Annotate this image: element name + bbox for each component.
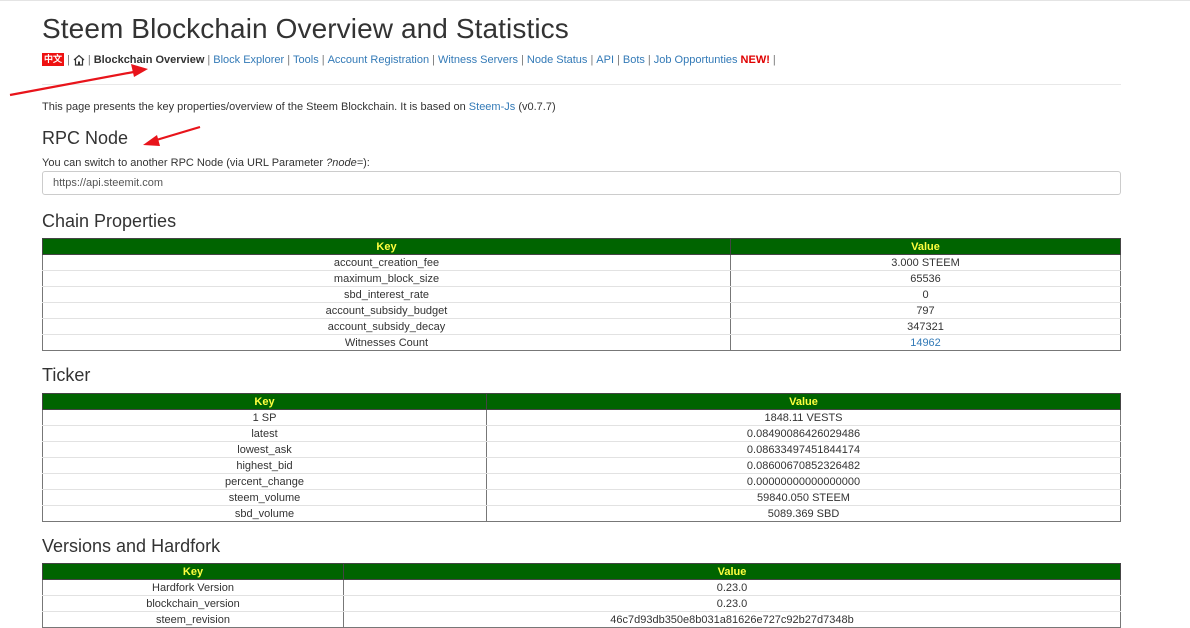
row-value: 0.23.0	[343, 595, 1121, 612]
row-key: blockchain_version	[42, 595, 344, 612]
nav-separator: |	[432, 53, 435, 66]
table-row: steem_revision 46c7d93db350e8b031a81626e7…	[42, 611, 1121, 628]
row-key: 1 SP	[42, 409, 487, 426]
versions-table: Key Value Hardfork Version 0.23.0 blockchain…	[42, 563, 1121, 628]
table-row: 1 SP 1848.11 VESTS	[42, 409, 1121, 426]
witnesses-count-link[interactable]: 14962	[910, 337, 941, 349]
row-key: account_subsidy_decay	[42, 318, 731, 335]
row-value: 0.00000000000000000	[486, 473, 1121, 490]
new-badge: NEW!	[740, 53, 770, 66]
table-row: account_subsidy_decay 347321	[42, 318, 1121, 335]
nav-separator: |	[647, 53, 651, 66]
row-value: 59840.050 STEEM	[486, 489, 1121, 506]
ticker-table: Key Value 1 SP 1848.11 VESTS latest 0.0849008…	[42, 393, 1121, 522]
row-key: account_subsidy_budget	[42, 302, 731, 319]
row-key: latest	[42, 425, 487, 442]
row-value: 14962	[730, 334, 1121, 351]
row-value: 0.08490086426029486	[486, 425, 1121, 442]
rpc-node-input[interactable]	[42, 171, 1121, 195]
row-key: sbd_interest_rate	[42, 286, 731, 303]
table-row: Witnesses Count 14962	[42, 334, 1121, 351]
nav-item-job-opportunties[interactable]: Job Opportunties	[654, 54, 738, 66]
table-row: sbd_volume 5089.369 SBD	[42, 505, 1121, 522]
table-row: account_creation_fee 3.000 STEEM	[42, 254, 1121, 271]
language-switch[interactable]: 中文	[42, 53, 65, 66]
key-column-header: Key	[42, 393, 487, 410]
table-row: maximum_block_size 65536	[42, 270, 1121, 287]
nav-item-account-registration[interactable]: Account Registration	[328, 54, 430, 66]
steem-js-link[interactable]: Steem-Js	[469, 101, 515, 113]
row-value: 797	[730, 302, 1121, 319]
row-value: 0.23.0	[343, 579, 1121, 596]
ticker-heading: Ticker	[42, 365, 91, 385]
top-border	[0, 0, 1190, 1]
row-key: lowest_ask	[42, 441, 487, 458]
table-row: steem_volume 59840.050 STEEM	[42, 489, 1121, 506]
row-key: percent_change	[42, 473, 487, 490]
row-key: account_creation_fee	[42, 254, 731, 271]
home-icon[interactable]	[73, 54, 85, 66]
intro-text: This page presents the key properties/ov…	[42, 101, 556, 113]
row-value: 0.08633497451844174	[486, 441, 1121, 458]
nav-separator: |	[521, 53, 524, 66]
value-column-header: Value	[730, 238, 1121, 255]
table-row: highest_bid 0.08600670852326482	[42, 457, 1121, 474]
key-column-header: Key	[42, 238, 731, 255]
value-column-header: Value	[343, 563, 1121, 580]
row-value: 0	[730, 286, 1121, 303]
row-value: 347321	[730, 318, 1121, 335]
nav-item-blockchain-overview[interactable]: Blockchain Overview	[94, 54, 205, 66]
row-value: 1848.11 VESTS	[486, 409, 1121, 426]
nav-item-bots[interactable]: Bots	[623, 54, 645, 66]
table-row: account_subsidy_budget 797	[42, 302, 1121, 319]
nav-separator: |	[617, 53, 620, 66]
top-nav: 中文 | | Blockchain Overview | Block Explore…	[42, 53, 776, 66]
nav-separator: |	[321, 53, 325, 66]
row-value: 3.000 STEEM	[730, 254, 1121, 271]
row-value: 0.08600670852326482	[486, 457, 1121, 474]
row-key: maximum_block_size	[42, 270, 731, 287]
table-row: sbd_interest_rate 0	[42, 286, 1121, 303]
chain-properties-table: Key Value account_creation_fee 3.000 STEEM m…	[42, 238, 1121, 351]
table-row: blockchain_version 0.23.0	[42, 595, 1121, 612]
nav-separator: |	[207, 53, 211, 66]
nav-item-node-status[interactable]: Node Status	[527, 54, 588, 66]
annotation-arrow	[9, 64, 148, 97]
row-key: Hardfork Version	[42, 579, 344, 596]
row-value: 65536	[730, 270, 1121, 287]
table-row: Hardfork Version 0.23.0	[42, 579, 1121, 596]
chain-properties-heading: Chain Properties	[42, 211, 177, 231]
row-key: Witnesses Count	[42, 334, 731, 351]
row-key: highest_bid	[42, 457, 487, 474]
table-row: percent_change 0.00000000000000000	[42, 473, 1121, 490]
row-value: 46c7d93db350e8b031a81626e727c92b27d7348b	[343, 611, 1121, 628]
row-key: sbd_volume	[42, 505, 487, 522]
row-value: 5089.369 SBD	[486, 505, 1121, 522]
page-title: Steem Blockchain Overview and Statistics	[42, 13, 569, 44]
nav-item-api[interactable]: API	[596, 54, 614, 66]
row-key: steem_volume	[42, 489, 487, 506]
rpc-node-hint: You can switch to another RPC Node (via …	[42, 157, 370, 169]
row-key: steem_revision	[42, 611, 344, 628]
table-row: lowest_ask 0.08633497451844174	[42, 441, 1121, 458]
rpc-node-heading: RPC Node	[42, 128, 129, 148]
nav-separator: |	[590, 53, 594, 66]
value-column-header: Value	[486, 393, 1121, 410]
divider	[42, 84, 1121, 85]
annotation-arrow	[143, 125, 201, 146]
key-column-header: Key	[42, 563, 344, 580]
table-row: latest 0.08490086426029486	[42, 425, 1121, 442]
nav-item-witness-servers[interactable]: Witness Servers	[438, 54, 518, 66]
nav-separator: |	[287, 53, 291, 66]
nav-item-block-explorer[interactable]: Block Explorer	[213, 54, 284, 66]
versions-heading: Versions and Hardfork	[42, 536, 221, 556]
nav-item-tools[interactable]: Tools	[293, 54, 319, 66]
